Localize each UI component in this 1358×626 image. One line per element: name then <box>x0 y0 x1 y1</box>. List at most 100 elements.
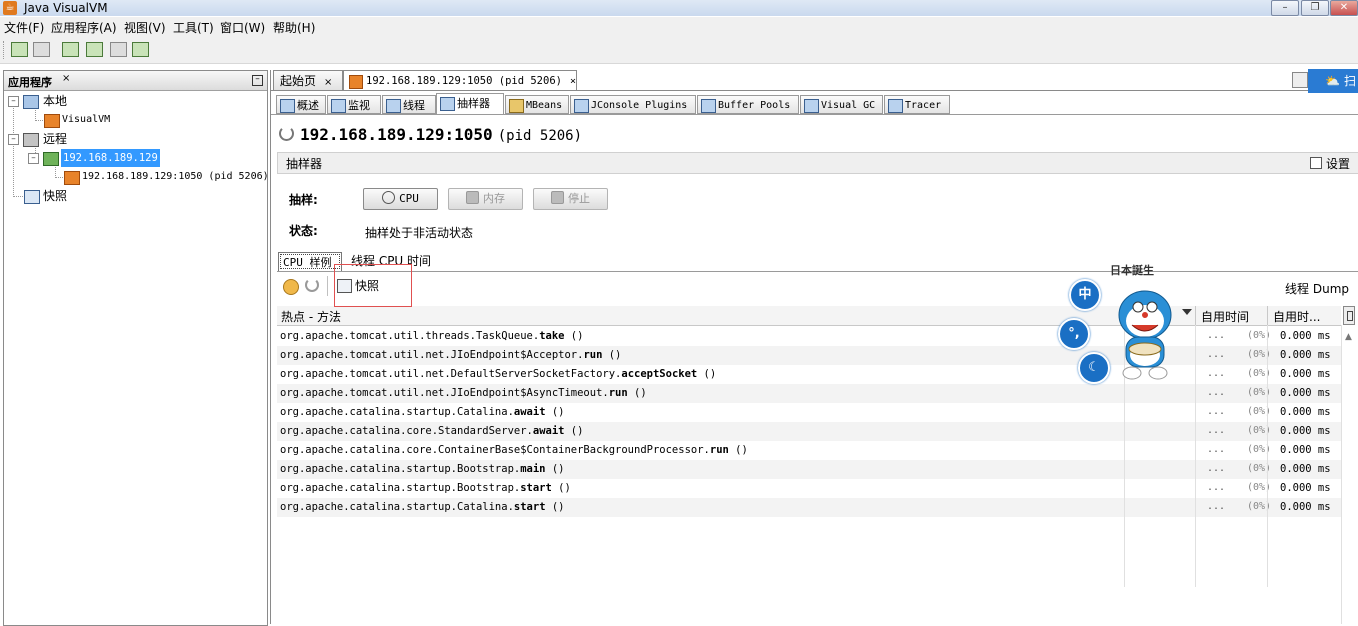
title-bar: ☕ Java VisualVM – ❐ ✕ <box>0 0 1358 16</box>
tab-mbeans[interactable]: MBeans <box>505 95 569 114</box>
tree-node-visualvm[interactable]: VisualVM <box>44 111 164 129</box>
menu-file[interactable]: 文件(F) <box>4 19 44 36</box>
tab-sampler[interactable]: 抽样器 <box>436 93 504 115</box>
table-row[interactable]: org.apache.tomcat.util.net.JIoEndpoint$A… <box>277 346 1341 365</box>
self-time-cpu-value: 0.000 ms <box>1280 368 1331 380</box>
stop-sample-button[interactable]: 停止 <box>533 188 608 210</box>
column-self-time-cpu[interactable]: 自用时... <box>1273 308 1320 325</box>
self-time-bar: ... <box>1207 406 1226 417</box>
visual-gc-icon <box>804 99 819 113</box>
tab-visual-gc[interactable]: Visual GC <box>800 95 883 114</box>
input-method-button[interactable]: 中 <box>1069 279 1101 311</box>
add-remote-icon[interactable] <box>85 40 103 58</box>
add-jmx-icon[interactable] <box>61 40 79 58</box>
status-label: 状态: <box>289 224 318 238</box>
memory-sample-button[interactable]: 内存 <box>448 188 523 210</box>
pause-icon[interactable] <box>283 279 299 295</box>
self-time-cpu-value: 0.000 ms <box>1280 425 1331 437</box>
column-divider[interactable] <box>1195 306 1196 325</box>
menu-tools[interactable]: 工具(T) <box>173 19 214 36</box>
tab-overview[interactable]: 概述 <box>276 95 326 114</box>
scroll-up-icon[interactable]: ▲ <box>1345 332 1352 342</box>
punctuation-button[interactable]: °, <box>1058 318 1090 350</box>
table-row[interactable]: org.apache.tomcat.util.net.DefaultServer… <box>277 365 1341 384</box>
tree-node-host[interactable]: – 192.168.189.129 <box>28 149 168 167</box>
tab-tracer[interactable]: Tracer <box>884 95 950 114</box>
method-name: org.apache.tomcat.util.net.JIoEndpoint$A… <box>280 349 622 361</box>
tree-node-local[interactable]: – 本地 <box>8 92 128 110</box>
table-row[interactable]: org.apache.catalina.startup.Bootstrap.st… <box>277 479 1341 498</box>
overview-icon <box>280 99 295 113</box>
scrollbar-track[interactable] <box>1341 325 1342 624</box>
method-name: org.apache.catalina.startup.Bootstrap.st… <box>280 482 571 494</box>
table-row[interactable]: org.apache.catalina.startup.Catalina.awa… <box>277 403 1341 422</box>
tab-monitor[interactable]: 监视 <box>327 95 381 114</box>
tab-threads[interactable]: 线程 <box>382 95 436 114</box>
tab-cpu-samples[interactable]: CPU 样例 <box>278 252 342 271</box>
buffer-pools-icon <box>701 99 716 113</box>
computer-icon <box>23 95 39 109</box>
menu-applications[interactable]: 应用程序(A) <box>51 19 117 36</box>
tree-node-process[interactable]: 192.168.189.129:1050 (pid 5206) <box>64 168 269 186</box>
column-chooser-icon[interactable] <box>1343 306 1355 325</box>
stop-icon <box>551 191 564 204</box>
self-time-cpu-value: 0.000 ms <box>1280 387 1331 399</box>
thread-dump-button[interactable]: 线程 Dump <box>1285 280 1349 297</box>
menu-window[interactable]: 窗口(W) <box>220 19 265 36</box>
column-divider <box>1267 325 1268 587</box>
memory-icon <box>466 191 479 204</box>
toolbar-separator <box>327 276 328 296</box>
save-icon[interactable] <box>32 40 50 58</box>
table-row[interactable]: org.apache.tomcat.util.threads.TaskQueue… <box>277 327 1341 346</box>
tab-buffer-pools[interactable]: Buffer Pools <box>697 95 799 114</box>
menu-view[interactable]: 视图(V) <box>124 19 166 36</box>
window-title: Java VisualVM <box>24 1 108 15</box>
snapshot-icon <box>24 190 40 204</box>
tab-process[interactable]: 192.168.189.129:1050 (pid 5206) × <box>343 70 577 91</box>
table-row[interactable]: org.apache.catalina.core.ContainerBase$C… <box>277 441 1341 460</box>
sample-label: 抽样: <box>289 193 318 207</box>
self-time-bar: ... <box>1207 425 1226 436</box>
menu-help[interactable]: 帮助(H) <box>273 19 315 36</box>
table-row[interactable]: org.apache.catalina.core.StandardServer.… <box>277 422 1341 441</box>
tree-node-remote[interactable]: – 远程 <box>8 130 128 148</box>
restore-button[interactable]: ❐ <box>1301 0 1329 16</box>
table-row[interactable]: org.apache.catalina.startup.Catalina.sta… <box>277 498 1341 517</box>
add-coredump-icon[interactable] <box>109 40 127 58</box>
moon-button[interactable]: ☾ <box>1078 352 1110 384</box>
tab-jconsole-plugins[interactable]: JConsole Plugins <box>570 95 696 114</box>
column-self-time[interactable]: 自用时间 <box>1201 308 1249 325</box>
table-row[interactable]: org.apache.tomcat.util.net.JIoEndpoint$A… <box>277 384 1341 403</box>
mascot-icon[interactable] <box>1110 285 1180 385</box>
open-icon[interactable] <box>10 40 28 58</box>
editor-area: 起始页 × 192.168.189.129:1050 (pid 5206) × 概述… <box>270 70 1358 624</box>
jconsole-icon <box>574 99 589 113</box>
column-hot-spots-method[interactable]: 热点 - 方法 <box>281 308 341 325</box>
scroll-left-icon[interactable] <box>1292 72 1308 88</box>
close-tab-icon[interactable]: × <box>570 76 576 87</box>
table-row[interactable]: org.apache.catalina.startup.Bootstrap.ma… <box>277 460 1341 479</box>
sampler-section-title: 抽样器 <box>286 157 323 171</box>
minimize-button[interactable]: – <box>1271 0 1299 16</box>
cloud-widget-icon[interactable]: ⛅ 扫 <box>1308 69 1358 93</box>
tracer-icon <box>888 99 903 113</box>
self-time-bar: ... <box>1207 330 1226 341</box>
column-divider[interactable] <box>1267 306 1268 325</box>
method-name: org.apache.tomcat.util.threads.TaskQueue… <box>280 330 584 342</box>
minimize-panel-icon[interactable]: – <box>252 75 263 86</box>
close-button[interactable]: ✕ <box>1330 0 1358 16</box>
cpu-sample-button[interactable]: CPU <box>363 188 438 210</box>
self-time-bar: ... <box>1207 501 1226 512</box>
tab-divider <box>271 90 1358 91</box>
tree-node-snapshots[interactable]: 快照 <box>24 187 144 205</box>
refresh-icon[interactable] <box>305 278 319 292</box>
settings-checkbox[interactable]: 设置 <box>1309 155 1350 172</box>
monitor-icon <box>331 99 346 113</box>
close-tab-icon[interactable]: × <box>324 77 332 88</box>
sampler-section-header: 抽样器 设置 <box>277 152 1358 174</box>
add-snapshot-icon[interactable] <box>131 40 149 58</box>
clock-icon <box>382 191 396 204</box>
close-tab-icon[interactable]: × <box>62 73 70 84</box>
tab-start-page[interactable]: 起始页 × <box>273 70 343 90</box>
floating-toolbar: ⛅ 扫 <box>1292 69 1358 93</box>
